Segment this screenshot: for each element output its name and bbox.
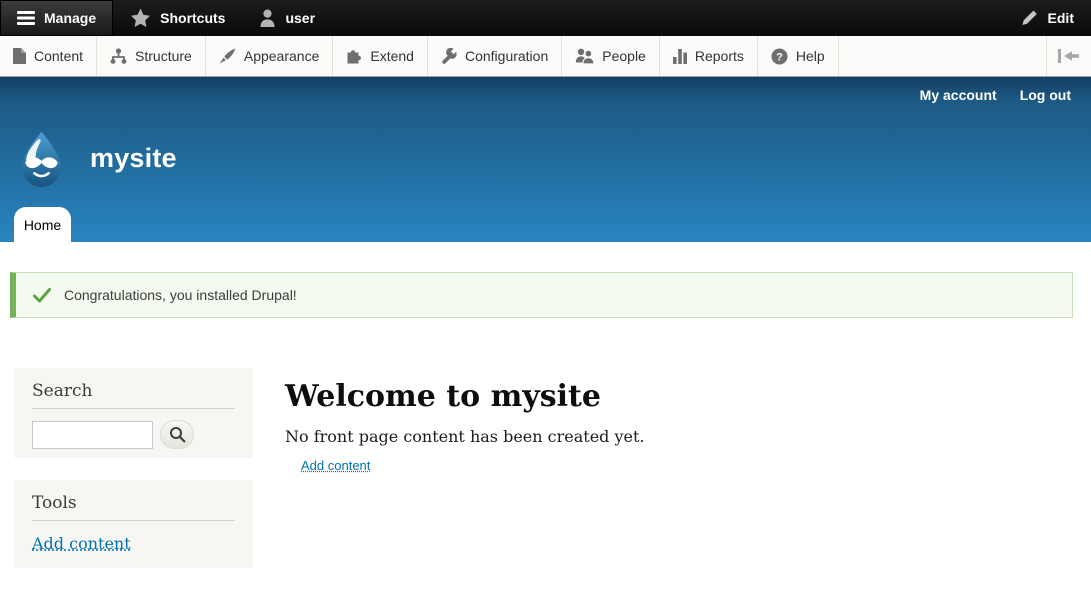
document-icon <box>13 48 26 64</box>
wrench-icon <box>441 48 457 64</box>
add-content-link[interactable]: Add content <box>301 458 370 473</box>
svg-text:?: ? <box>776 51 783 63</box>
tray-item-reports[interactable]: Reports <box>660 36 758 76</box>
tray-item-configuration[interactable]: Configuration <box>428 36 562 76</box>
tray-item-appearance[interactable]: Appearance <box>206 36 334 76</box>
edit-label: Edit <box>1048 10 1074 26</box>
home-tab-label: Home <box>24 217 61 233</box>
page-title: Welcome to mysite <box>285 379 601 414</box>
tray-label: Appearance <box>244 48 320 64</box>
search-block: Search <box>14 368 253 458</box>
user-icon <box>259 9 276 27</box>
search-form <box>32 420 235 449</box>
sitemap-icon <box>110 48 127 64</box>
site-branding[interactable]: mysite <box>13 130 177 187</box>
topbar-spacer <box>332 0 1004 36</box>
tray-label: Configuration <box>465 48 548 64</box>
puzzle-icon <box>346 49 362 64</box>
tray-label: People <box>602 48 646 64</box>
my-account-link[interactable]: My account <box>920 87 997 103</box>
toolbar-tray: Content Structure Appearance <box>0 36 1091 77</box>
tray-spacer <box>839 36 1046 76</box>
search-submit-button[interactable] <box>160 420 194 449</box>
drupal-admin-page: Manage Shortcuts user Edit <box>0 0 1091 615</box>
tray-label: Extend <box>370 48 414 64</box>
barchart-icon <box>673 48 687 64</box>
manage-menu-button[interactable]: Manage <box>0 0 113 36</box>
status-message: Congratulations, you installed Drupal! <box>10 272 1073 318</box>
shortcuts-button[interactable]: Shortcuts <box>113 0 242 36</box>
user-menu-button[interactable]: user <box>242 0 332 36</box>
edit-mode-button[interactable]: Edit <box>1004 0 1091 36</box>
tray-item-content[interactable]: Content <box>0 36 97 76</box>
user-label: user <box>285 10 315 26</box>
tray-label: Content <box>34 48 83 64</box>
tray-item-extend[interactable]: Extend <box>333 36 428 76</box>
search-icon <box>169 426 186 443</box>
star-icon <box>130 8 151 28</box>
checkmark-icon <box>33 288 51 303</box>
secondary-menu: My account Log out <box>920 87 1071 103</box>
toolbar-orientation-toggle[interactable] <box>1046 36 1091 76</box>
pencil-icon <box>1021 9 1039 27</box>
admin-toolbar: Manage Shortcuts user Edit <box>0 0 1091 36</box>
tray-item-help[interactable]: ? Help <box>758 36 839 76</box>
help-icon: ? <box>771 48 788 65</box>
drupal-logo <box>13 130 70 187</box>
shortcuts-label: Shortcuts <box>160 10 225 26</box>
tray-label: Reports <box>695 48 744 64</box>
search-input[interactable] <box>32 421 153 449</box>
tray-item-people[interactable]: People <box>562 36 660 76</box>
search-block-title: Search <box>32 381 235 409</box>
people-icon <box>575 48 594 64</box>
paintbrush-icon <box>219 48 236 64</box>
logout-link[interactable]: Log out <box>1020 87 1071 103</box>
hamburger-icon <box>17 11 35 25</box>
tray-label: Structure <box>135 48 192 64</box>
manage-label: Manage <box>44 10 96 26</box>
status-message-text: Congratulations, you installed Drupal! <box>64 287 297 303</box>
tools-block: Tools Add content <box>14 480 253 568</box>
tray-label: Help <box>796 48 825 64</box>
site-header: My account Log out mysite Home <box>0 77 1091 242</box>
empty-front-page-message: No front page content has been created y… <box>285 427 645 446</box>
tab-home[interactable]: Home <box>14 207 71 242</box>
toggle-orientation-icon <box>1058 49 1080 63</box>
tools-block-title: Tools <box>32 493 235 521</box>
tray-item-structure[interactable]: Structure <box>97 36 206 76</box>
tools-add-content-link[interactable]: Add content <box>32 534 131 553</box>
site-name: mysite <box>90 143 177 174</box>
